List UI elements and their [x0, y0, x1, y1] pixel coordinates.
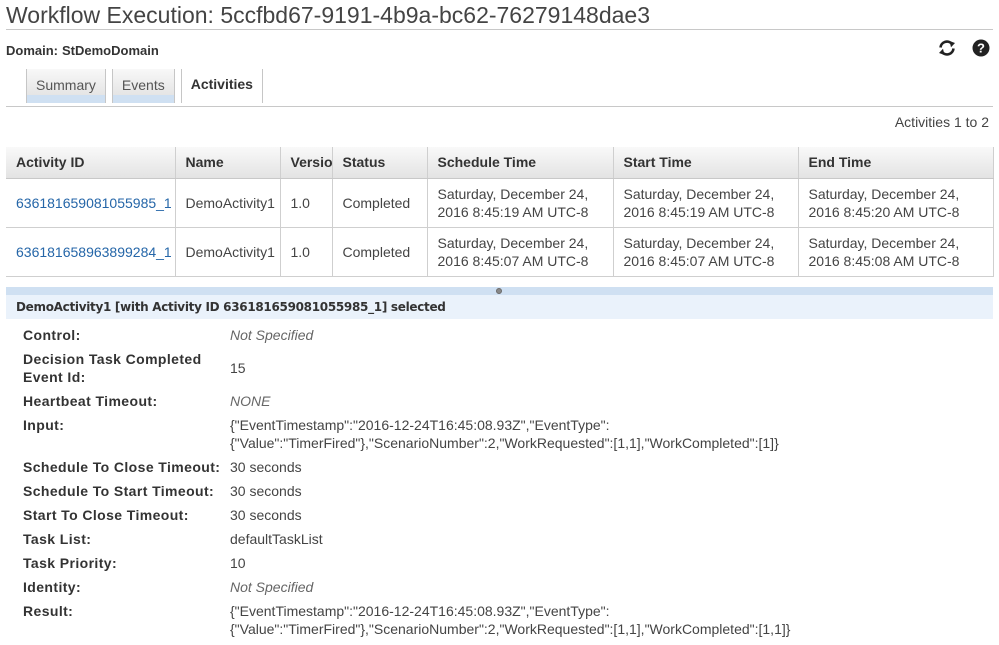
column-header-activity-id[interactable]: Activity ID [6, 147, 175, 179]
detail-schedule-to-start: Schedule To Start Timeout: 30 seconds [23, 482, 983, 500]
detail-value: 10 [230, 555, 246, 571]
cell-name: DemoActivity1 [174, 227, 280, 277]
cell-schedule-time: Saturday, December 24, 2016 8:45:19 AM U… [426, 178, 613, 228]
cell-schedule-time: Saturday, December 24, 2016 8:45:07 AM U… [426, 227, 613, 277]
activity-id-link[interactable]: 636181659081055985_1 [16, 195, 172, 211]
detail-label: Heartbeat Timeout: [23, 393, 158, 409]
detail-label: Schedule To Close Timeout: [23, 459, 221, 475]
detail-identity: Identity: Not Specified [23, 578, 983, 596]
cell-start-time: Saturday, December 24, 2016 8:45:19 AM U… [612, 178, 798, 228]
column-header-version[interactable]: Versio [279, 147, 332, 179]
detail-decision-task: Decision Task Completed Event Id: 15 [23, 350, 983, 386]
cell-name: DemoActivity1 [174, 178, 280, 228]
title-divider [6, 29, 993, 30]
column-header-end-time[interactable]: End Time [797, 147, 994, 179]
cell-status: Completed [331, 227, 427, 277]
activity-id-link[interactable]: 636181658963899284_1 [16, 244, 172, 260]
detail-value: Not Specified [230, 579, 314, 595]
page-title: Workflow Execution: 5ccfbd67-9191-4b9a-b… [6, 2, 651, 28]
domain-label-text: Domain: [6, 43, 58, 58]
detail-start-to-close: Start To Close Timeout: 30 seconds [23, 506, 983, 524]
pane-splitter[interactable] [6, 287, 993, 295]
detail-label: Control: [23, 327, 81, 343]
cell-version: 1.0 [279, 227, 332, 277]
detail-label: Task List: [23, 531, 92, 547]
selection-banner: DemoActivity1 [with Activity ID 63618165… [6, 295, 993, 319]
activity-details: Control: Not Specified Decision Task Com… [23, 326, 983, 644]
detail-task-priority: Task Priority: 10 [23, 554, 983, 572]
detail-label: Result: [23, 603, 74, 619]
detail-value: 15 [230, 360, 246, 376]
refresh-icon[interactable] [937, 38, 957, 58]
cell-end-time: Saturday, December 24, 2016 8:45:08 AM U… [797, 227, 994, 277]
detail-label: Decision Task Completed Event Id: [23, 351, 202, 385]
detail-value: defaultTaskList [230, 531, 323, 547]
table-header-row: Activity ID Name Versio Status Schedule … [6, 147, 994, 179]
column-header-name[interactable]: Name [174, 147, 280, 179]
domain-value: StDemoDomain [62, 43, 159, 58]
activities-table: Activity ID Name Versio Status Schedule … [6, 147, 994, 277]
detail-value: {"EventTimestamp":"2016-12-24T16:45:08.9… [230, 417, 779, 451]
tab-activities[interactable]: Activities [180, 69, 263, 103]
cell-activity-id: 636181659081055985_1 [6, 178, 175, 228]
detail-input: Input: {"EventTimestamp":"2016-12-24T16:… [23, 416, 983, 452]
table-row[interactable]: 636181658963899284_1 DemoActivity1 1.0 C… [6, 227, 994, 277]
splitter-grip-icon[interactable] [496, 288, 502, 294]
tab-activities-label: Activities [190, 76, 253, 92]
column-header-status[interactable]: Status [331, 147, 427, 179]
tab-events[interactable]: Events [111, 69, 175, 103]
detail-label: Identity: [23, 579, 82, 595]
detail-task-list: Task List: defaultTaskList [23, 530, 983, 548]
detail-label: Schedule To Start Timeout: [23, 483, 215, 499]
cell-end-time: Saturday, December 24, 2016 8:45:20 AM U… [797, 178, 994, 228]
help-icon[interactable]: ? [971, 38, 991, 58]
column-header-start-time[interactable]: Start Time [612, 147, 798, 179]
detail-label: Start To Close Timeout: [23, 507, 189, 523]
detail-value: 30 seconds [230, 483, 302, 499]
detail-value: Not Specified [230, 327, 314, 343]
pagination-count: Activities 1 to 2 [894, 114, 989, 130]
cell-status: Completed [331, 178, 427, 228]
tab-events-label: Events [121, 77, 165, 93]
detail-label: Input: [23, 417, 65, 433]
tab-summary-label: Summary [36, 77, 96, 93]
table-row[interactable]: 636181659081055985_1 DemoActivity1 1.0 C… [6, 178, 994, 228]
detail-value: 30 seconds [230, 507, 302, 523]
detail-result: Result: {"EventTimestamp":"2016-12-24T16… [23, 602, 983, 638]
cell-version: 1.0 [279, 178, 332, 228]
detail-value: 30 seconds [230, 459, 302, 475]
detail-control: Control: Not Specified [23, 326, 983, 344]
detail-heartbeat-timeout: Heartbeat Timeout: NONE [23, 392, 983, 410]
detail-value: {"EventTimestamp":"2016-12-24T16:45:08.9… [230, 603, 791, 637]
detail-label: Task Priority: [23, 555, 118, 571]
tab-bar: Summary Events Activities [26, 69, 269, 103]
column-header-schedule-time[interactable]: Schedule Time [426, 147, 613, 179]
tabs-divider [6, 106, 993, 107]
detail-schedule-to-close: Schedule To Close Timeout: 30 seconds [23, 458, 983, 476]
header-actions: ? [937, 38, 991, 58]
cell-start-time: Saturday, December 24, 2016 8:45:07 AM U… [612, 227, 798, 277]
svg-text:?: ? [977, 41, 985, 56]
tab-summary[interactable]: Summary [26, 69, 106, 103]
domain-label: Domain: StDemoDomain [6, 43, 159, 58]
cell-activity-id: 636181658963899284_1 [6, 227, 175, 277]
detail-value: NONE [230, 393, 271, 409]
